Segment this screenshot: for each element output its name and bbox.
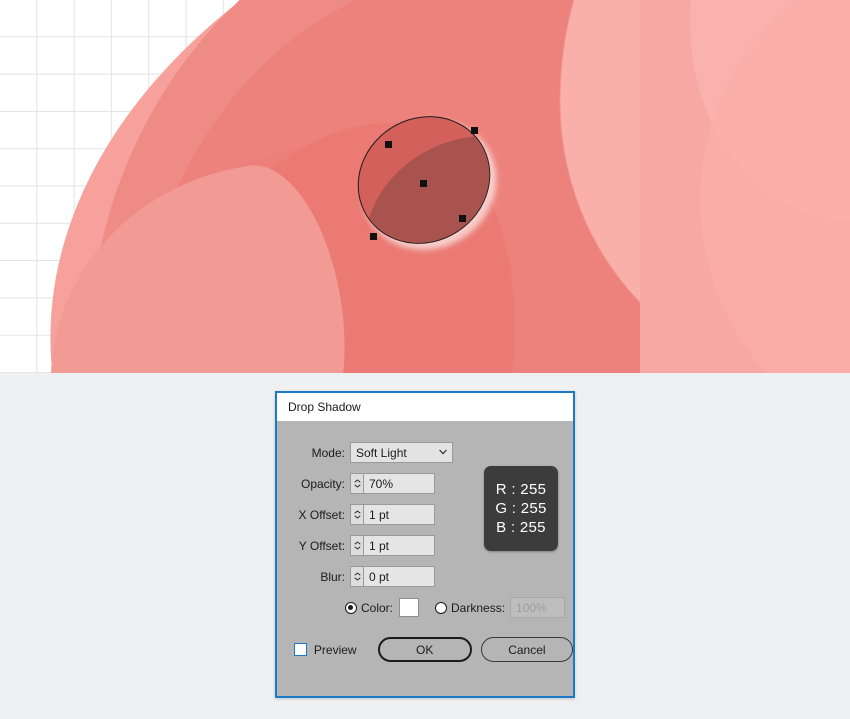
chevron-down-icon <box>353 515 361 519</box>
x-offset-label: X Offset: <box>298 507 345 522</box>
chevron-down-icon <box>353 577 361 581</box>
chevron-down-icon <box>353 546 361 550</box>
darkness-input[interactable] <box>510 597 566 618</box>
blend-mode-select[interactable]: Soft Light <box>350 442 453 463</box>
rgb-blue-line: B : 255 <box>496 519 546 536</box>
mode-label: Mode: <box>311 445 345 460</box>
artboard-canvas[interactable] <box>0 0 850 373</box>
ok-button[interactable]: OK <box>377 637 472 662</box>
y-offset-label: Y Offset: <box>298 538 345 553</box>
preview-checkbox[interactable] <box>294 643 307 656</box>
blur-label: Blur: <box>320 569 345 584</box>
shadow-color-swatch[interactable] <box>399 598 420 617</box>
dialog-body: Mode: Soft Light Opacity: X Offset: <box>277 421 573 698</box>
darkness-label: Darkness: <box>451 600 506 615</box>
drop-shadow-dialog[interactable]: Drop Shadow Mode: Soft Light Opacity: 70… <box>275 391 575 698</box>
rgb-readout: R : 255 G : 255 B : 255 <box>484 466 558 551</box>
preview-label: Preview <box>313 642 357 657</box>
cancel-button[interactable]: Cancel <box>480 637 573 662</box>
x-offset-stepper[interactable] <box>350 504 363 525</box>
dialog-titlebar: Drop Shadow <box>277 393 573 421</box>
dialog-title: Drop Shadow <box>288 400 361 414</box>
anchor-point-center[interactable] <box>420 180 427 187</box>
anchor-point-bottom-right[interactable] <box>459 215 466 222</box>
opacity-input[interactable] <box>363 473 435 494</box>
chevron-up-icon <box>353 541 361 545</box>
anchor-point-bottom-left[interactable] <box>370 233 377 240</box>
color-label: Color: <box>361 600 394 615</box>
anchor-point-top-left[interactable] <box>385 141 392 148</box>
chevron-up-icon <box>353 479 361 483</box>
rgb-red-line: R : 255 <box>495 481 547 498</box>
rgb-green-line: G : 255 <box>495 500 547 517</box>
artwork-layer <box>0 0 850 373</box>
blur-input[interactable] <box>363 566 435 587</box>
opacity-label: Opacity: <box>300 476 345 491</box>
anchor-point-top-right[interactable] <box>471 127 478 134</box>
darkness-radio[interactable] <box>435 601 448 614</box>
chevron-up-icon <box>353 572 361 576</box>
opacity-stepper[interactable] <box>350 473 363 494</box>
chevron-down-icon <box>353 484 361 488</box>
chevron-up-icon <box>353 510 361 514</box>
x-offset-input[interactable] <box>363 504 435 525</box>
y-offset-stepper[interactable] <box>350 535 363 556</box>
blur-stepper[interactable] <box>350 566 363 587</box>
color-radio[interactable] <box>345 601 357 614</box>
y-offset-input[interactable] <box>363 535 435 556</box>
